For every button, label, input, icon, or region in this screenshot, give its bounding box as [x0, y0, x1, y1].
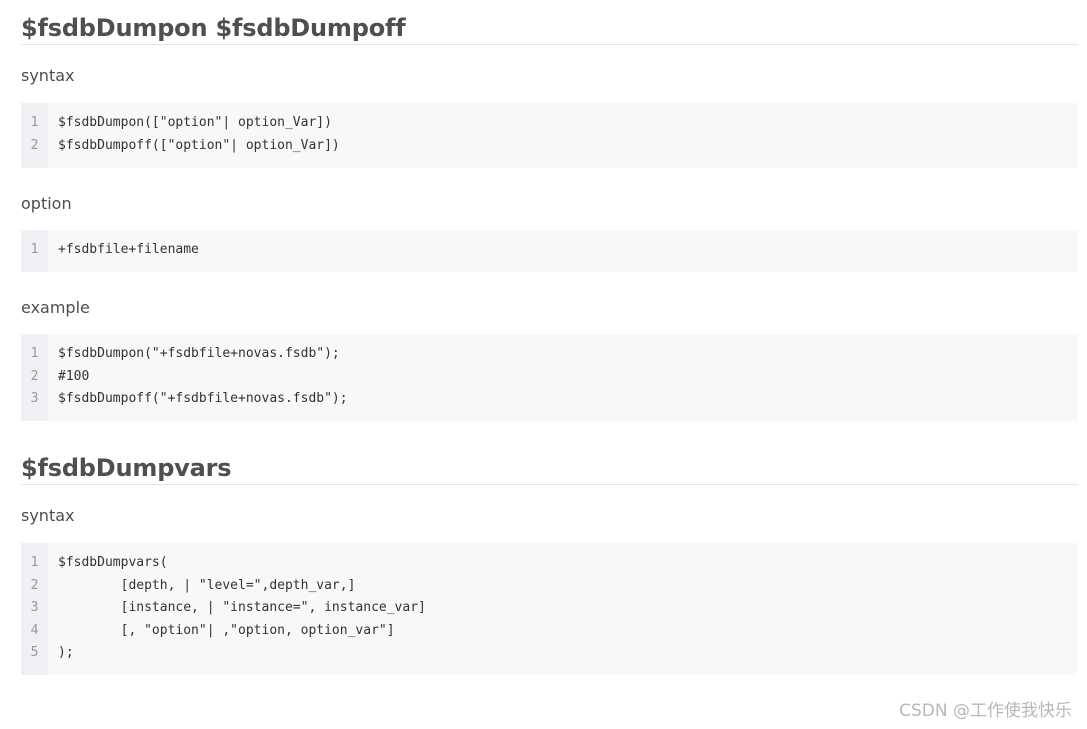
code-block-example: 123 $fsdbDumpon("+fsdbfile+novas.fsdb");… — [21, 334, 1078, 421]
line-numbers: 12345 — [21, 543, 48, 675]
code-line: $fsdbDumpvars( — [58, 555, 168, 570]
syntax-label: syntax — [21, 66, 75, 85]
code-line: [depth, | "level=",depth_var,] — [58, 577, 356, 593]
code-line: $fsdbDumpoff("+fsdbfile+novas.fsdb"); — [58, 391, 348, 406]
code-line: $fsdbDumpoff(["option"| option_Var]) — [58, 137, 340, 153]
syntax-label: syntax — [21, 506, 75, 525]
option-label: option — [21, 194, 72, 213]
code-block-option: 1 +fsdbfile+filename — [21, 230, 1078, 272]
code-block-syntax: 12 $fsdbDumpon(["option"| option_Var]) $… — [21, 103, 1078, 168]
example-label: example — [21, 298, 90, 317]
watermark: CSDN @工作使我快乐 — [899, 701, 1072, 721]
code-line: #100 — [58, 368, 90, 384]
section-heading-dumpon: $fsdbDumpon $fsdbDumpoff — [21, 4, 1078, 45]
code-line: $fsdbDumpon(["option"| option_Var]) — [58, 115, 332, 130]
code-block-dumpvars-syntax: 12345 $fsdbDumpvars( [depth, | "level=",… — [21, 543, 1078, 675]
code-lines: $fsdbDumpon("+fsdbfile+novas.fsdb"); #10… — [48, 334, 1078, 421]
line-numbers: 123 — [21, 334, 48, 421]
line-numbers: 1 — [21, 230, 48, 272]
code-lines: +fsdbfile+filename — [48, 230, 1078, 272]
code-lines: $fsdbDumpon(["option"| option_Var]) $fsd… — [48, 103, 1078, 168]
article-content: $fsdbDumpon $fsdbDumpoff syntax 12 $fsdb… — [21, 0, 1078, 675]
code-line: ); — [58, 645, 74, 660]
line-numbers: 12 — [21, 103, 48, 168]
code-line: [, "option"| ,"option, option_var"] — [58, 622, 395, 638]
code-line: $fsdbDumpon("+fsdbfile+novas.fsdb"); — [58, 346, 340, 361]
code-line: +fsdbfile+filename — [58, 242, 199, 257]
section-heading-dumpvars: $fsdbDumpvars — [21, 444, 1078, 485]
code-lines: $fsdbDumpvars( [depth, | "level=",depth_… — [48, 543, 1078, 675]
code-line: [instance, | "instance=", instance_var] — [58, 600, 426, 615]
